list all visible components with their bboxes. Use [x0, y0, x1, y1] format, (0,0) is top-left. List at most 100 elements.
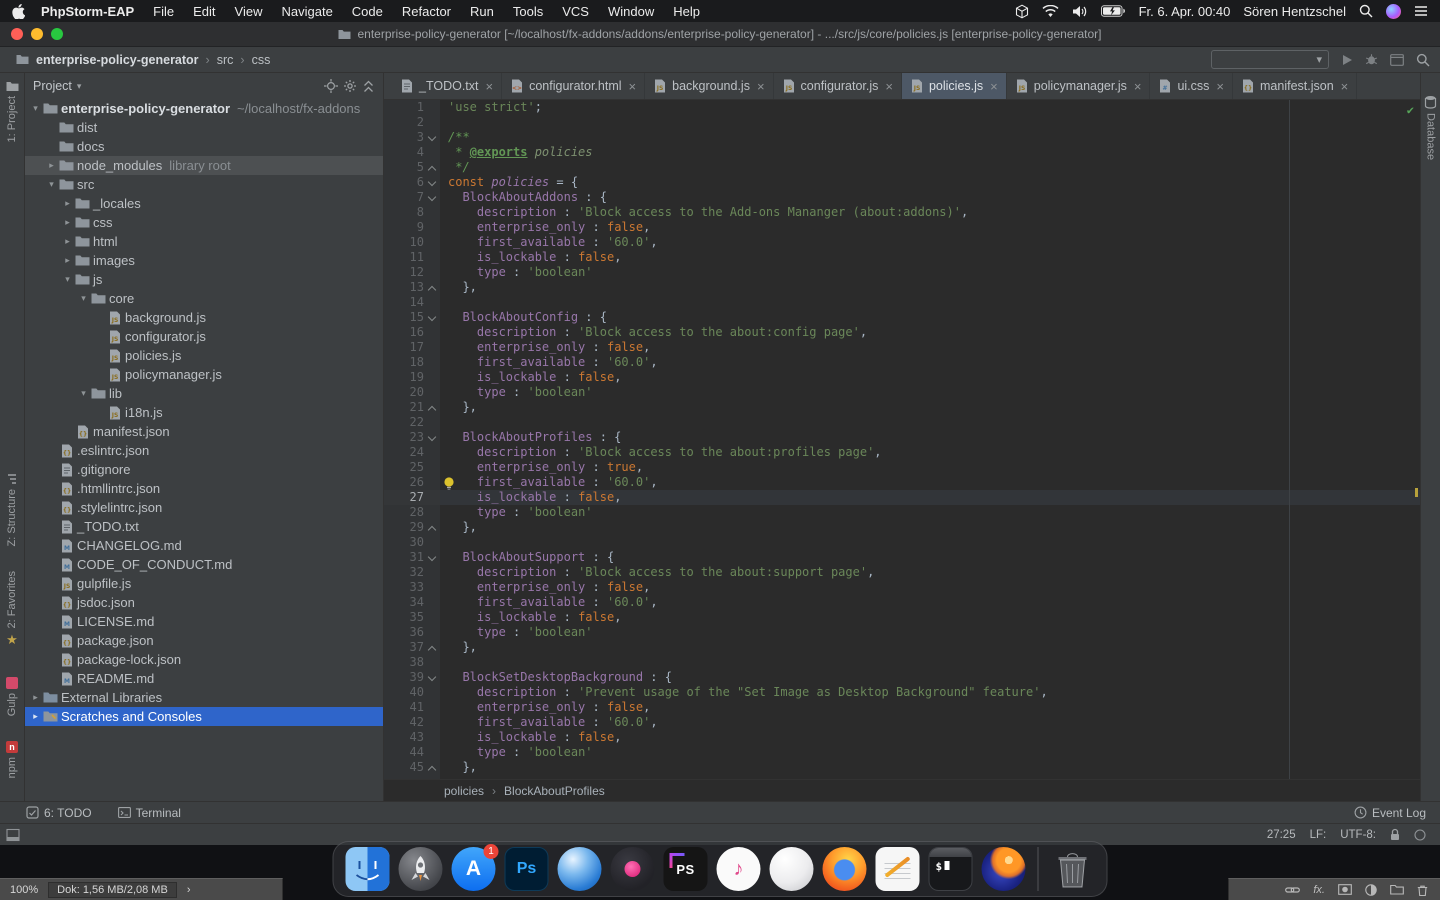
breadcrumb-item-enterprise-policy-generator[interactable]: enterprise-policy-generator: [36, 53, 199, 67]
tree-item-package-json[interactable]: {}package.json: [25, 631, 383, 650]
tree-item-readme-md[interactable]: MREADME.md: [25, 669, 383, 688]
close-tab-icon[interactable]: ×: [885, 79, 893, 94]
play-icon[interactable]: [1341, 54, 1353, 66]
tree-item-js[interactable]: ▾js: [25, 270, 383, 289]
wifi-icon[interactable]: [1042, 5, 1059, 18]
dock-white-sphere-app-icon[interactable]: [770, 847, 814, 891]
fold-close-icon[interactable]: [429, 524, 437, 532]
code-text[interactable]: },: [440, 640, 1420, 655]
fold-open-icon[interactable]: [429, 554, 437, 562]
close-window-button[interactable]: [11, 28, 23, 40]
code-text[interactable]: description : 'Block access to the Add-o…: [440, 205, 1420, 220]
code-text[interactable]: */: [440, 160, 1420, 175]
notifications-icon[interactable]: [1414, 829, 1426, 841]
close-tab-icon[interactable]: ×: [757, 79, 765, 94]
menu-item-run[interactable]: Run: [470, 4, 494, 19]
tree-item-background-js[interactable]: JSbackground.js: [25, 308, 383, 327]
close-tab-icon[interactable]: ×: [486, 79, 494, 94]
code-text[interactable]: const policies = {: [440, 175, 1420, 190]
tree-item-gitignore[interactable]: .gitignore: [25, 460, 383, 479]
menu-item-code[interactable]: Code: [352, 4, 383, 19]
editor-tab-configurator-html[interactable]: <>configurator.html×: [502, 73, 645, 99]
inspections-ok-icon[interactable]: ✔: [1407, 103, 1414, 118]
breadcrumb-item-css[interactable]: css: [252, 53, 271, 67]
code-text[interactable]: },: [440, 400, 1420, 415]
tree-item-css[interactable]: ▸css: [25, 213, 383, 232]
code-text[interactable]: [440, 115, 1420, 130]
editor-tab-background-js[interactable]: JSbackground.js×: [645, 73, 773, 99]
menu-bar-user[interactable]: Sören Hentzschel: [1243, 4, 1346, 19]
tool-button-todo[interactable]: 6: TODO: [26, 806, 92, 820]
fold-open-icon[interactable]: [429, 134, 437, 142]
tree-item-core[interactable]: ▾core: [25, 289, 383, 308]
layer-mask-icon[interactable]: [1338, 884, 1352, 895]
dock-itunes-icon[interactable]: ♪: [717, 847, 761, 891]
menu-item-vcs[interactable]: VCS: [562, 4, 589, 19]
code-text[interactable]: 'use strict';: [440, 100, 1420, 115]
tree-collapsed-arrow[interactable]: ▸: [61, 198, 74, 209]
editor-tab-configurator-js[interactable]: JSconfigurator.js×: [774, 73, 902, 99]
tree-item-stylelintrc-json[interactable]: {}.stylelintrc.json: [25, 498, 383, 517]
tree-expanded-arrow[interactable]: ▾: [61, 274, 74, 285]
tool-windows-icon[interactable]: [1390, 54, 1404, 66]
menu-item-navigate[interactable]: Navigate: [281, 4, 332, 19]
run-config-dropdown[interactable]: ▾: [1211, 50, 1329, 69]
tree-item-policymanager-js[interactable]: JSpolicymanager.js: [25, 365, 383, 384]
code-text[interactable]: type : 'boolean': [440, 625, 1420, 640]
menu-bar-clock[interactable]: Fr. 6. Apr. 00:40: [1139, 4, 1231, 19]
fold-close-icon[interactable]: [429, 164, 437, 172]
code-text[interactable]: [440, 655, 1420, 670]
code-text[interactable]: first_available : '60.0',: [440, 715, 1420, 730]
tree-collapsed-arrow[interactable]: ▸: [29, 711, 42, 722]
tree-item-external-libraries[interactable]: ▸External Libraries: [25, 688, 383, 707]
code-text[interactable]: description : 'Block access to the about…: [440, 445, 1420, 460]
tree-item-package-lock-json[interactable]: {}package-lock.json: [25, 650, 383, 669]
cube-icon[interactable]: [1015, 4, 1029, 19]
code-text[interactable]: * @exports policies: [440, 145, 1420, 160]
menu-item-help[interactable]: Help: [673, 4, 700, 19]
code-text[interactable]: enterprise_only : false,: [440, 700, 1420, 715]
tool-button-gulp[interactable]: Gulp: [0, 677, 24, 716]
code-text[interactable]: /**: [440, 130, 1420, 145]
tool-button-structure[interactable]: Z: Structure: [0, 473, 24, 546]
close-tab-icon[interactable]: ×: [1341, 79, 1349, 94]
dock-magenta-dot-app-icon[interactable]: [611, 847, 655, 891]
search-icon[interactable]: [1359, 4, 1373, 18]
tool-button-terminal[interactable]: Terminal: [118, 806, 181, 820]
siri-icon[interactable]: [1386, 4, 1401, 19]
tree-item-todo-txt[interactable]: _TODO.txt: [25, 517, 383, 536]
tree-collapsed-arrow[interactable]: ▸: [29, 692, 42, 703]
tree-item-license-md[interactable]: MLICENSE.md: [25, 612, 383, 631]
tool-button-npm[interactable]: n npm: [0, 741, 24, 778]
minimize-window-button[interactable]: [31, 28, 43, 40]
tree-item-changelog-md[interactable]: MCHANGELOG.md: [25, 536, 383, 555]
zoom-window-button[interactable]: [51, 28, 63, 40]
close-tab-icon[interactable]: ×: [1216, 79, 1224, 94]
code-text[interactable]: [440, 295, 1420, 310]
locate-file-icon[interactable]: [324, 79, 338, 93]
close-tab-icon[interactable]: ×: [1134, 79, 1142, 94]
tree-collapsed-arrow[interactable]: ▸: [61, 255, 74, 266]
dock-photoshop-icon[interactable]: Ps: [505, 847, 549, 891]
code-text[interactable]: is_lockable : false,: [440, 370, 1420, 385]
window-title-bar[interactable]: enterprise-policy-generator [~/localhost…: [0, 22, 1440, 47]
menu-item-view[interactable]: View: [235, 4, 263, 19]
code-text[interactable]: [440, 535, 1420, 550]
tree-expanded-arrow[interactable]: ▾: [45, 179, 58, 190]
code-text[interactable]: first_available : '60.0',: [440, 475, 1420, 490]
tree-item-html[interactable]: ▸html: [25, 232, 383, 251]
code-text[interactable]: description : 'Block access to the about…: [440, 325, 1420, 340]
tree-item-i18n-js[interactable]: JSi18n.js: [25, 403, 383, 422]
code-text[interactable]: BlockAboutSupport : {: [440, 550, 1420, 565]
apple-menu-icon[interactable]: [12, 4, 25, 19]
code-text[interactable]: BlockAboutAddons : {: [440, 190, 1420, 205]
breadcrumb-item[interactable]: policies: [444, 784, 484, 798]
search-icon[interactable]: [1416, 53, 1430, 67]
code-text[interactable]: type : 'boolean': [440, 505, 1420, 520]
code-text[interactable]: type : 'boolean': [440, 265, 1420, 280]
dock-firefox-nightly-icon[interactable]: [982, 847, 1026, 891]
photoshop-zoom-level[interactable]: 100%: [10, 884, 38, 896]
tree-item-jsdoc-json[interactable]: {}jsdoc.json: [25, 593, 383, 612]
menu-item-window[interactable]: Window: [608, 4, 654, 19]
adjustment-icon[interactable]: [1365, 884, 1377, 896]
